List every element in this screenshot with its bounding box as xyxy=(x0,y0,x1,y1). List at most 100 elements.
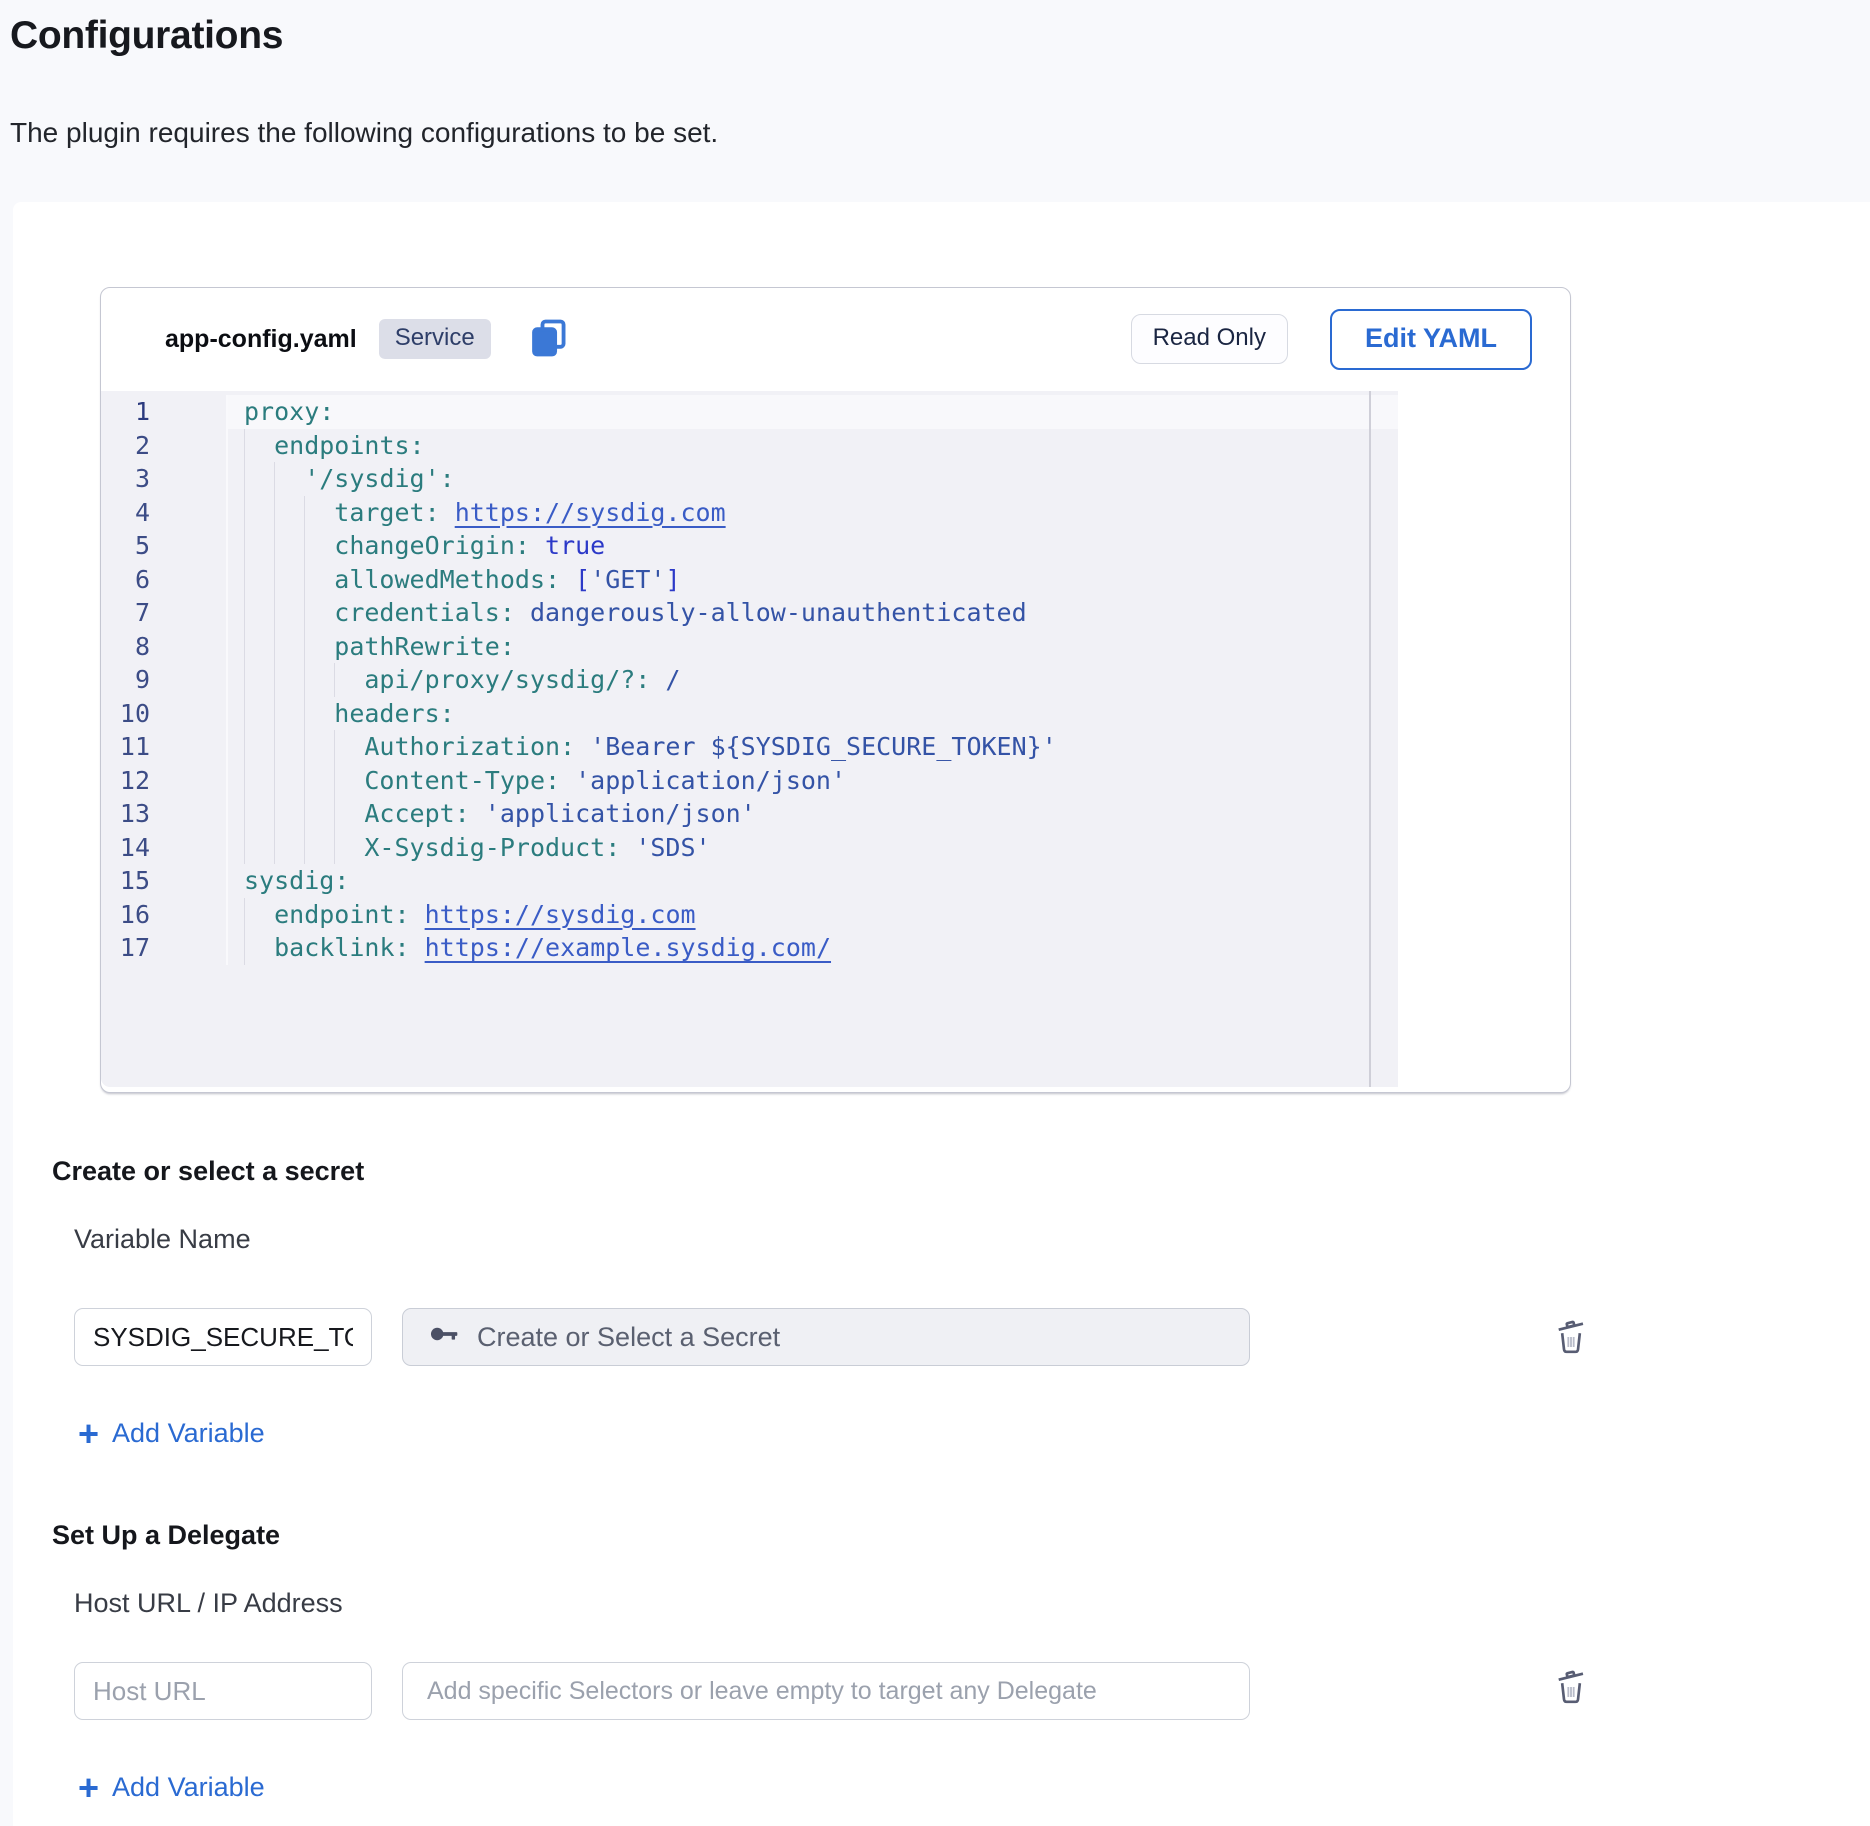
add-variable-button-secret[interactable]: + Add Variable xyxy=(78,1418,265,1449)
code-line: 2endpoints: xyxy=(101,429,1398,463)
plus-icon: + xyxy=(78,1774,99,1802)
line-number: 10 xyxy=(101,697,228,731)
code-token-key: sysdig: xyxy=(244,866,349,895)
indent-guide xyxy=(274,764,304,798)
host-url-label: Host URL / IP Address xyxy=(74,1586,343,1620)
code-token-plain xyxy=(515,598,530,627)
code-token-key: headers: xyxy=(334,699,454,728)
line-number: 5 xyxy=(101,529,228,563)
indent-guide xyxy=(304,831,334,865)
line-number: 17 xyxy=(101,931,228,965)
secret-select-placeholder: Create or Select a Secret xyxy=(477,1322,780,1353)
add-variable-label: Add Variable xyxy=(112,1772,265,1803)
plus-icon: + xyxy=(78,1420,99,1448)
code-token-plain xyxy=(470,799,485,828)
delegate-selectors-input[interactable] xyxy=(402,1662,1250,1720)
code-line: 9api/proxy/sysdig/?: / xyxy=(101,663,1398,697)
variable-name-input[interactable] xyxy=(74,1308,372,1366)
file-name: app-config.yaml xyxy=(165,325,357,354)
indent-guide xyxy=(304,496,334,530)
code-token-link: https://sysdig.com xyxy=(455,498,726,527)
indent-guide xyxy=(244,563,274,597)
service-badge: Service xyxy=(379,319,491,359)
add-variable-label: Add Variable xyxy=(112,1418,265,1449)
line-number: 8 xyxy=(101,630,228,664)
copy-icon xyxy=(526,315,572,364)
indent-guide xyxy=(244,462,274,496)
edit-yaml-button[interactable]: Edit YAML xyxy=(1330,309,1532,370)
code-line: 1proxy: xyxy=(101,395,1398,429)
line-number: 6 xyxy=(101,563,228,597)
code-token-key: target: xyxy=(334,498,439,527)
line-number: 9 xyxy=(101,663,228,697)
code-line-content: endpoint: https://sysdig.com xyxy=(228,898,1398,932)
code-line: 7credentials: dangerously-allow-unauthen… xyxy=(101,596,1398,630)
indent-guide xyxy=(274,496,304,530)
code-token-key: proxy: xyxy=(244,397,334,426)
indent-guide xyxy=(304,764,334,798)
code-token-str: 'Bearer ${SYSDIG_SECURE_TOKEN}' xyxy=(590,732,1057,761)
page-header: Configurations The plugin requires the f… xyxy=(0,0,1870,202)
code-token-key: Authorization: xyxy=(364,732,575,761)
delete-variable-button[interactable] xyxy=(1548,1314,1594,1360)
yaml-code-editor[interactable]: 1proxy:2endpoints:3'/sysdig':4target: ht… xyxy=(101,391,1398,1087)
code-line-content: credentials: dangerously-allow-unauthent… xyxy=(228,596,1398,630)
code-token-plain xyxy=(575,732,590,761)
code-line-content: pathRewrite: xyxy=(228,630,1398,664)
editor-header: app-config.yaml Service Read Only Edit Y… xyxy=(101,288,1570,390)
indent-guide xyxy=(304,730,334,764)
code-token-key: changeOrigin: xyxy=(334,531,530,560)
code-line-content: api/proxy/sysdig/?: / xyxy=(228,663,1398,697)
page-subtitle: The plugin requires the following config… xyxy=(10,116,718,150)
indent-guide xyxy=(244,697,274,731)
indent-guide xyxy=(274,831,304,865)
add-variable-button-delegate[interactable]: + Add Variable xyxy=(78,1772,265,1803)
code-line: 5changeOrigin: true xyxy=(101,529,1398,563)
code-token-str: 'SDS' xyxy=(635,833,710,862)
indent-guide xyxy=(334,730,364,764)
delete-delegate-button[interactable] xyxy=(1548,1664,1594,1710)
code-token-str: 'application/json' xyxy=(485,799,756,828)
indent-guide xyxy=(274,563,304,597)
code-token-key: Content-Type: xyxy=(364,766,560,795)
key-icon xyxy=(427,1317,461,1358)
code-token-key: '/sysdig': xyxy=(304,464,455,493)
line-number: 11 xyxy=(101,730,228,764)
code-token-plain xyxy=(620,833,635,862)
code-token-plain xyxy=(410,900,425,929)
code-line-content: sysdig: xyxy=(228,864,1398,898)
indent-guide xyxy=(334,797,364,831)
code-line: 10 headers: xyxy=(101,697,1398,731)
indent-guide xyxy=(304,529,334,563)
code-token-key: endpoints: xyxy=(274,431,425,460)
code-token-link: https://example.sysdig.com/ xyxy=(425,933,831,962)
code-line-content: Content-Type: 'application/json' xyxy=(228,764,1398,798)
secret-select[interactable]: Create or Select a Secret xyxy=(402,1308,1250,1366)
code-token-atom: ] xyxy=(665,565,680,594)
indent-guide xyxy=(274,797,304,831)
code-line-content: allowedMethods: ['GET'] xyxy=(228,563,1398,597)
indent-guide xyxy=(244,730,274,764)
line-number: 13 xyxy=(101,797,228,831)
code-line-content: Accept: 'application/json' xyxy=(228,797,1398,831)
indent-guide xyxy=(244,663,274,697)
indent-guide xyxy=(304,563,334,597)
code-line: 13Accept: 'application/json' xyxy=(101,797,1398,831)
code-token-key: X-Sysdig-Product: xyxy=(364,833,620,862)
trash-icon xyxy=(1551,1316,1591,1359)
secret-section-heading: Create or select a secret xyxy=(52,1154,364,1188)
indent-guide xyxy=(304,797,334,831)
code-token-str: 'GET' xyxy=(590,565,665,594)
copy-button[interactable] xyxy=(525,315,573,363)
indent-guide xyxy=(274,596,304,630)
indent-guide xyxy=(304,596,334,630)
indent-guide xyxy=(274,529,304,563)
indent-guide xyxy=(244,764,274,798)
code-line-content: headers: xyxy=(228,697,1398,731)
code-token-plain xyxy=(440,498,455,527)
host-url-input[interactable] xyxy=(74,1662,372,1720)
code-line-content: proxy: xyxy=(228,395,1398,429)
code-token-plain xyxy=(560,565,575,594)
code-line-content: endpoints: xyxy=(228,429,1398,463)
code-token-plain xyxy=(650,665,665,694)
